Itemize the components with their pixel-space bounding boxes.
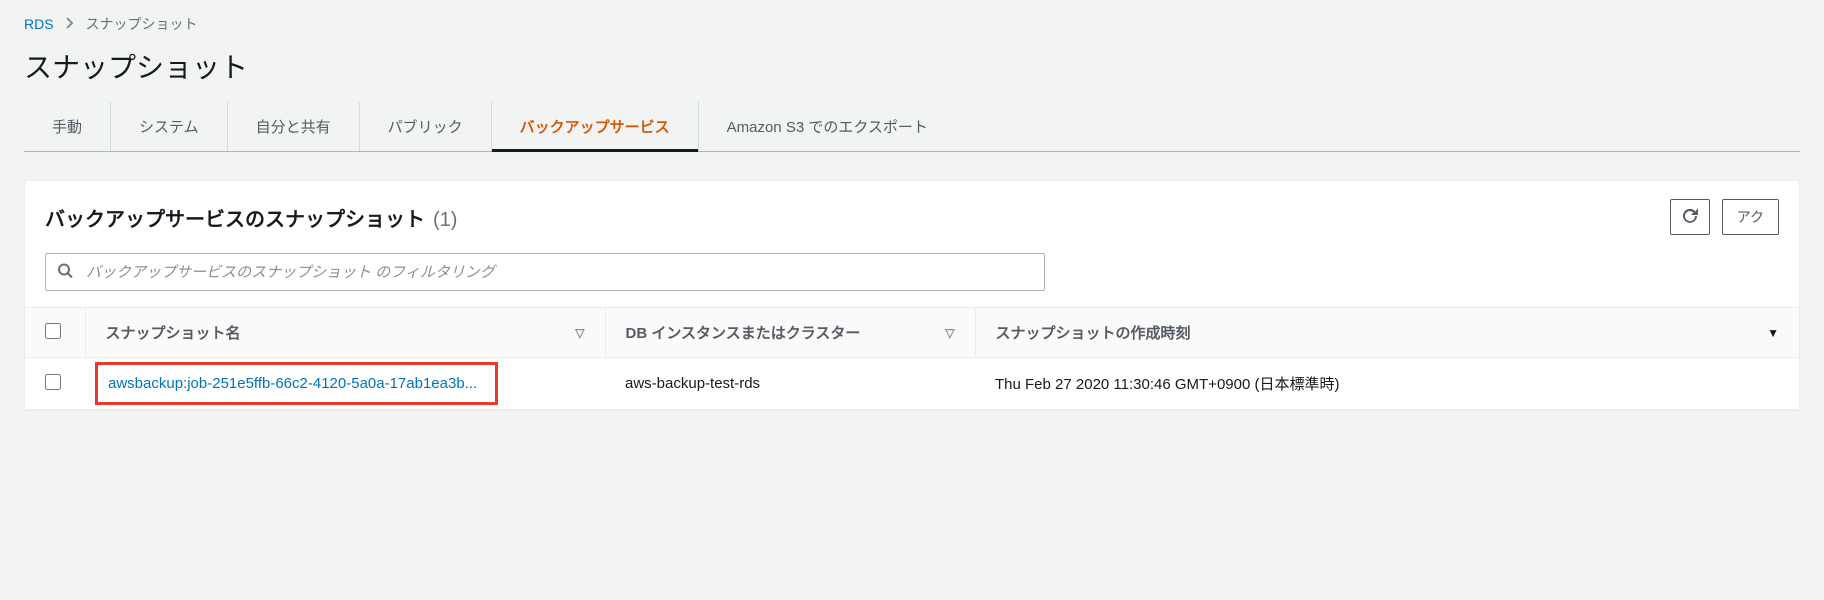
chevron-right-icon [66, 16, 74, 32]
filter-input[interactable] [45, 253, 1045, 291]
db-instance-cell: aws-backup-test-rds [625, 375, 760, 392]
column-header-db-label: DB インスタンスまたはクラスター [626, 322, 861, 343]
refresh-icon [1681, 207, 1699, 228]
tab-s3-export[interactable]: Amazon S3 でのエクスポート [699, 102, 956, 151]
column-header-name[interactable]: スナップショット名 ▽ [85, 308, 605, 358]
panel-title: バックアップサービスのスナップショット [45, 203, 425, 232]
refresh-button[interactable] [1670, 199, 1710, 235]
panel-header: バックアップサービスのスナップショット (1) アク [25, 181, 1799, 247]
tab-system[interactable]: システム [111, 102, 228, 151]
breadcrumb-root-link[interactable]: RDS [24, 16, 54, 32]
actions-button-label: アク [1737, 207, 1764, 227]
row-checkbox[interactable] [45, 374, 61, 390]
tabs: 手動 システム 自分と共有 パブリック バックアップサービス Amazon S3… [24, 102, 1800, 152]
tab-shared[interactable]: 自分と共有 [228, 102, 360, 151]
select-all-checkbox[interactable] [45, 323, 61, 339]
snapshot-name-link[interactable]: awsbackup:job-251e5ffb-66c2-4120-5a0a-17… [108, 375, 477, 392]
table-header-row: スナップショット名 ▽ DB インスタンスまたはクラスター ▽ スナップショット… [25, 308, 1799, 358]
page-title: スナップショット [0, 38, 1824, 102]
tab-manual[interactable]: 手動 [24, 102, 111, 151]
tab-public[interactable]: パブリック [360, 102, 492, 151]
column-header-name-label: スナップショット名 [106, 322, 241, 343]
snapshots-table: スナップショット名 ▽ DB インスタンスまたはクラスター ▽ スナップショット… [25, 307, 1799, 409]
table-row: awsbackup:job-251e5ffb-66c2-4120-5a0a-17… [25, 358, 1799, 410]
column-header-time-label: スナップショットの作成時刻 [996, 322, 1191, 343]
created-time-cell: Thu Feb 27 2020 11:30:46 GMT+0900 (日本標準時… [995, 376, 1339, 393]
highlight-box: awsbackup:job-251e5ffb-66c2-4120-5a0a-17… [95, 362, 498, 405]
panel-count: (1) [433, 209, 457, 232]
sort-icon: ▽ [575, 326, 584, 340]
sort-icon: ▽ [945, 326, 954, 340]
snapshots-panel: バックアップサービスのスナップショット (1) アク [24, 180, 1800, 410]
breadcrumb: RDS スナップショット [0, 0, 1824, 38]
column-header-db[interactable]: DB インスタンスまたはクラスター ▽ [605, 308, 975, 358]
breadcrumb-current: スナップショット [86, 14, 198, 34]
actions-button[interactable]: アク [1722, 199, 1779, 235]
tab-backup-service[interactable]: バックアップサービス [492, 102, 699, 151]
column-header-select [25, 308, 85, 358]
sort-icon-filled: ▼ [1767, 326, 1779, 340]
column-header-time[interactable]: スナップショットの作成時刻 ▼ [975, 308, 1799, 358]
search-icon [57, 263, 73, 282]
filter-row [25, 247, 1799, 307]
